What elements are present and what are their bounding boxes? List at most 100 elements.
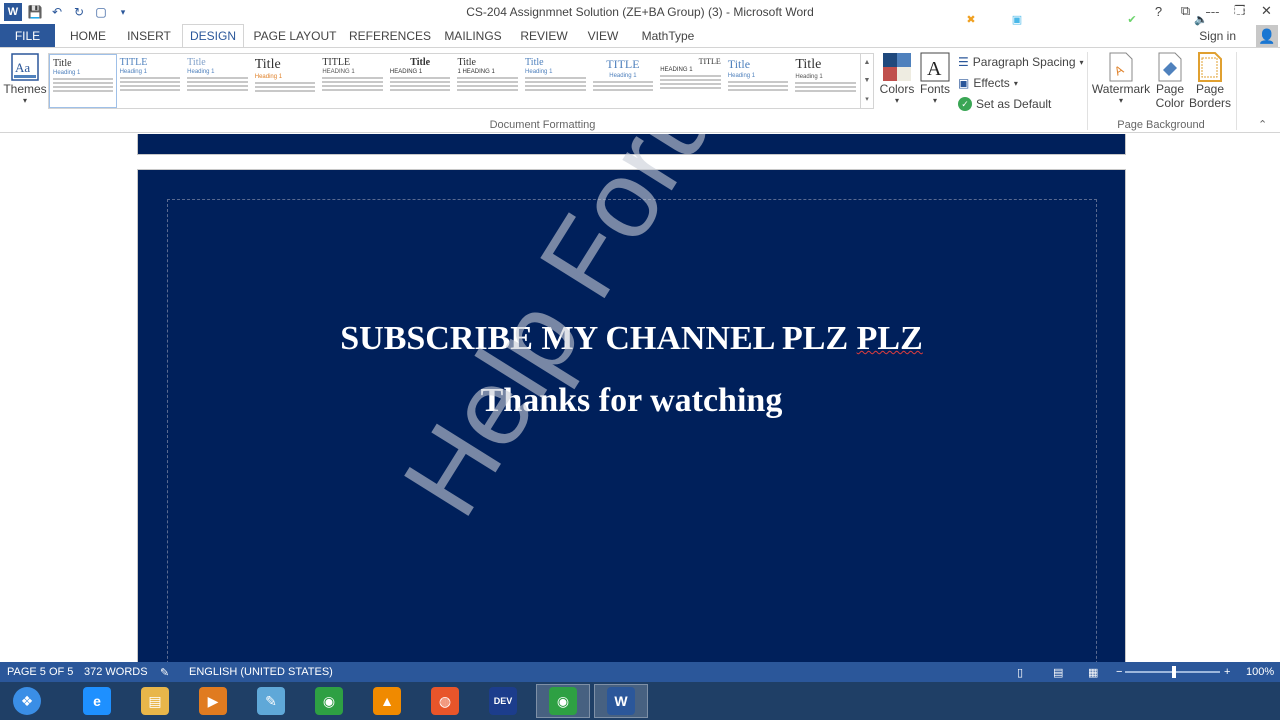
tray-app-icon[interactable]: ▣	[1009, 11, 1025, 27]
word-count[interactable]: 372 WORDS	[84, 666, 148, 678]
gallery-scroll[interactable]: ▲ ▼ ▾	[861, 53, 874, 109]
page-count[interactable]: PAGE 5 OF 5	[7, 666, 73, 678]
taskbar-app-file-explorer[interactable]: ▤	[128, 684, 182, 718]
user-avatar-icon[interactable]: 👤	[1256, 25, 1278, 47]
style-set-gallery: Title Heading 1 TITLE Heading 1 Title Headi…	[48, 53, 861, 109]
paragraph-spacing-dropdown-icon: ▾	[1079, 57, 1084, 67]
tray-app-icon[interactable]: ◧	[1032, 11, 1048, 27]
tray-app-icon[interactable]: ▭	[1101, 11, 1117, 27]
dropbox-icon[interactable]: ❖	[1078, 11, 1094, 27]
paragraph-spacing-button[interactable]: ☰ Paragraph Spacing ▾	[958, 53, 1084, 71]
tab-file[interactable]: FILE	[0, 24, 55, 48]
spellcheck-flagged-word[interactable]: PLZ	[857, 320, 923, 357]
page-borders-label-1: Page	[1195, 82, 1225, 96]
print-layout-icon[interactable]: ▤	[1053, 666, 1063, 679]
gallery-up-icon[interactable]: ▲	[864, 59, 871, 66]
dev-cpp-icon: DEV	[489, 687, 517, 715]
watermark-icon: A	[1106, 52, 1136, 82]
page-borders-icon	[1195, 52, 1225, 82]
taskbar-app-chrome[interactable]: ◉	[302, 684, 356, 718]
fonts-dropdown-icon: ▾	[932, 96, 937, 105]
taskbar-app-notepad[interactable]: ✎	[244, 684, 298, 718]
document-heading[interactable]: SUBSCRIBE MY CHANNEL PLZ PLZ	[138, 320, 1125, 358]
style-set-item[interactable]: Title Heading 1	[252, 54, 320, 108]
gallery-more-icon[interactable]: ▾	[865, 95, 869, 103]
gallery-down-icon[interactable]: ▼	[864, 77, 871, 84]
style-set-item[interactable]: Title Heading 1	[792, 54, 860, 108]
svg-text:Aa: Aa	[15, 60, 30, 75]
taskbar-app-chrome-active[interactable]: ◉	[536, 684, 590, 718]
taskbar-app-internet-explorer[interactable]: e	[70, 684, 124, 718]
colors-icon	[882, 52, 912, 82]
status-bar: PAGE 5 OF 5 372 WORDS ✎ ENGLISH (UNITED …	[0, 662, 1280, 682]
action-center-icon[interactable]: ▯	[1170, 11, 1186, 27]
page-borders-button[interactable]: Page Borders	[1188, 52, 1232, 110]
tab-references[interactable]: REFERENCES	[348, 24, 432, 48]
style-set-item[interactable]: TITLE HEADING 1	[319, 54, 387, 108]
document-area[interactable]: SUBSCRIBE MY CHANNEL PLZ PLZ Thanks for …	[0, 134, 1280, 662]
chrome-active-icon: ◉	[549, 687, 577, 715]
web-layout-icon[interactable]: ▦	[1088, 666, 1098, 679]
colors-dropdown-icon: ▾	[894, 96, 899, 105]
group-divider	[1087, 52, 1088, 130]
colors-label: Colors	[879, 82, 915, 96]
zoom-slider-thumb[interactable]	[1172, 666, 1176, 678]
effects-dropdown-icon: ▾	[1013, 78, 1018, 88]
tab-mailings[interactable]: MAILINGS	[440, 24, 506, 48]
zoom-level[interactable]: 100%	[1246, 666, 1274, 678]
page-color-button[interactable]: Page Color	[1150, 52, 1190, 110]
style-set-item[interactable]: TITLE Heading 1	[590, 54, 658, 108]
file-explorer-icon: ▤	[141, 687, 169, 715]
style-set-item[interactable]: Title HEADING 1	[387, 54, 455, 108]
tab-page-layout[interactable]: PAGE LAYOUT	[250, 24, 340, 48]
watermark-button[interactable]: A Watermark ▾	[1092, 52, 1150, 105]
document-subheading[interactable]: Thanks for watching	[138, 382, 1125, 420]
style-set-item[interactable]: Title Heading 1	[49, 54, 117, 108]
fonts-button[interactable]: A Fonts ▾	[918, 52, 952, 105]
taskbar-app-vlc[interactable]: ▲	[360, 684, 414, 718]
taskbar-app-firefox[interactable]: ◍	[418, 684, 472, 718]
themes-button[interactable]: Aa Themes ▾	[3, 52, 47, 105]
firefox-icon: ◍	[431, 687, 459, 715]
taskbar-app-media-player[interactable]: ▶	[186, 684, 240, 718]
style-set-item[interactable]: TITLE HEADING 1	[657, 54, 725, 108]
clock-date: 6/5/2022	[1209, 19, 1256, 33]
collapse-ribbon-icon[interactable]: ⌃	[1258, 118, 1267, 131]
fonts-icon: A	[920, 52, 950, 82]
tray-app-icon[interactable]: ✔	[1124, 11, 1140, 27]
effects-button[interactable]: ▣ Effects ▾	[958, 74, 1018, 92]
fonts-label: Fonts	[919, 82, 950, 96]
taskbar-app-word[interactable]: W	[594, 684, 648, 718]
proofing-icon[interactable]: ✎	[160, 666, 169, 679]
system-clock[interactable]: 10:52 AM 6/5/2022	[1207, 4, 1258, 34]
tab-insert[interactable]: INSERT	[120, 24, 178, 48]
language-indicator-tray[interactable]: EN	[940, 11, 956, 27]
colors-button[interactable]: Colors ▾	[880, 52, 914, 105]
page-color-label-1: Page	[1155, 82, 1185, 96]
style-set-item[interactable]: TITLE Heading 1	[117, 54, 185, 108]
tab-view[interactable]: VIEW	[582, 24, 624, 48]
taskbar-app-dev-cpp[interactable]: DEV	[476, 684, 530, 718]
style-set-item[interactable]: Title Heading 1	[184, 54, 252, 108]
style-set-item[interactable]: Title Heading 1	[725, 54, 793, 108]
tray-app-icon[interactable]: ✖	[963, 11, 979, 27]
style-set-item[interactable]: Title 1 HEADING 1	[454, 54, 523, 108]
battery-icon[interactable]: ▮	[1055, 11, 1071, 27]
document-page[interactable]: SUBSCRIBE MY CHANNEL PLZ PLZ Thanks for …	[137, 134, 1126, 662]
themes-icon: Aa	[10, 52, 40, 82]
style-set-item[interactable]: Title Heading 1	[522, 54, 590, 108]
set-as-default-button[interactable]: ✓ Set as Default	[958, 95, 1051, 113]
tab-review[interactable]: REVIEW	[516, 24, 572, 48]
tray-app-icon[interactable]: ⎙	[986, 11, 1002, 27]
read-mode-icon[interactable]: ▯	[1017, 666, 1023, 679]
tab-design[interactable]: DESIGN	[182, 24, 244, 48]
page-borders-label-2: Borders	[1188, 96, 1232, 110]
tab-mathtype[interactable]: MathType	[634, 24, 702, 48]
effects-icon: ▣	[958, 76, 970, 90]
taskbar-app-start[interactable]: ❖	[2, 684, 52, 718]
zoom-out-icon[interactable]: −	[1116, 666, 1122, 678]
zoom-in-icon[interactable]: +	[1224, 666, 1230, 678]
tab-home[interactable]: HOME	[60, 24, 116, 48]
language-indicator[interactable]: ENGLISH (UNITED STATES)	[189, 666, 333, 678]
signal-icon[interactable]: ▁▃▅	[1142, 11, 1167, 27]
